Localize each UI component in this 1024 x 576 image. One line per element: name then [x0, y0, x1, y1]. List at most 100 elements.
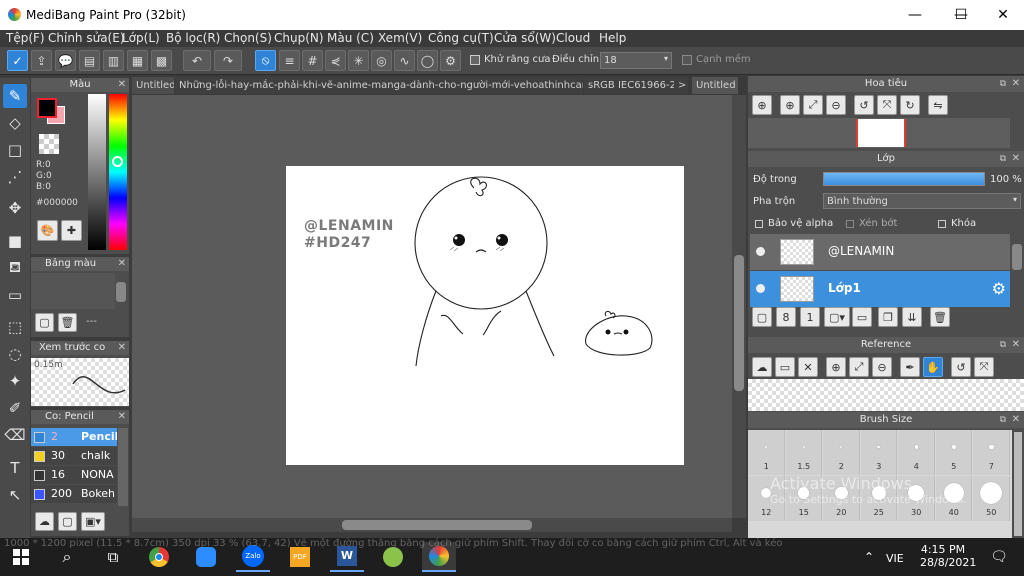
clipping-checkbox[interactable] [846, 220, 854, 228]
menu-window[interactable]: Cửa sổ(W) [494, 31, 556, 45]
layer-visibility-icon[interactable] [756, 247, 765, 256]
reference-cloud-icon[interactable]: ☁ [752, 357, 772, 377]
add-brush-icon[interactable]: ☁ [35, 512, 54, 531]
undock-icon[interactable]: ⧉ [1000, 412, 1006, 428]
close-icon[interactable]: ✕ [1012, 76, 1020, 92]
add-layer-menu-icon[interactable]: ▢▾ [824, 307, 850, 327]
tab-untitled-1[interactable]: Untitled [132, 77, 174, 94]
fill-rect-tool-icon[interactable]: ■ [3, 229, 27, 253]
brush-list-scrollbar[interactable] [118, 428, 128, 506]
brush-list-item[interactable]: 2 Pencil [31, 428, 117, 446]
brush-size-cell[interactable]: 4 [898, 430, 935, 475]
reference-zoom-out-icon[interactable]: ⊖ [872, 357, 892, 377]
menu-snap[interactable]: Chụp(N) [274, 31, 324, 45]
menu-tools[interactable]: Công cụ(T) [428, 31, 494, 45]
move-tool-icon[interactable]: ✥ [3, 196, 27, 220]
zoom-in-icon[interactable]: ⊕ [752, 95, 772, 115]
blend-select[interactable]: Bình thường ▾ [823, 193, 1021, 209]
undock-icon[interactable]: ⧉ [1000, 151, 1006, 167]
reset-view-icon[interactable]: ⤧ [877, 95, 897, 115]
brush-menu-icon[interactable]: ▣▾ [81, 512, 105, 531]
close-icon[interactable]: ✕ [118, 341, 126, 355]
flip-icon[interactable]: ⇋ [928, 95, 948, 115]
grid-icon[interactable]: ▩ [151, 50, 172, 71]
drawing-canvas[interactable]: @LENAMIN #HD247 [286, 166, 684, 465]
ellipse-snap-icon[interactable]: ◯ [417, 50, 438, 71]
layer-row[interactable]: @LENAMIN [750, 234, 1010, 270]
delete-layer-icon[interactable]: 🗑 [930, 307, 950, 327]
radial-snap-icon[interactable]: ✳ [348, 50, 369, 71]
new-layer-icon[interactable]: ▢ [752, 307, 772, 327]
close-icon[interactable]: ✕ [1012, 412, 1020, 428]
reference-reset-icon[interactable]: ⤧ [974, 357, 994, 377]
cross-snap-icon[interactable]: # [302, 50, 323, 71]
navigator-preview[interactable] [748, 118, 1010, 148]
reference-view[interactable] [748, 379, 1024, 411]
operation-tool-icon[interactable]: ↖ [3, 483, 27, 507]
cloud-save-icon[interactable]: ✓ [7, 50, 28, 71]
snap-off-icon[interactable]: ⦸ [255, 50, 276, 71]
language-indicator[interactable]: VIE [886, 552, 904, 565]
brush-size-cell[interactable]: 5 [935, 430, 972, 475]
correction-select[interactable]: 18 ▾ [600, 52, 672, 69]
comment-icon[interactable]: 💬 [55, 50, 76, 71]
new-1bit-layer-icon[interactable]: 1 [800, 307, 820, 327]
brush-size-cell[interactable]: 1.5 [785, 430, 822, 475]
reference-close-icon[interactable]: ✕ [798, 357, 818, 377]
panel-icon[interactable]: ▦ [127, 50, 148, 71]
vertical-scrollbar[interactable] [732, 95, 746, 518]
circle-snap-icon[interactable]: ◎ [371, 50, 392, 71]
parallel-snap-icon[interactable]: ≡ [279, 50, 300, 71]
undock-icon[interactable]: ⧉ [1000, 337, 1006, 353]
brush-size-cell[interactable]: 1 [748, 430, 785, 475]
palette-swatches[interactable] [31, 273, 115, 309]
chat-icon[interactable]: ▤ [79, 50, 100, 71]
brush-size-cell[interactable]: 50 [973, 476, 1010, 521]
horizontal-scrollbar-thumb[interactable] [342, 520, 532, 530]
rotate-left-icon[interactable]: ↺ [854, 95, 874, 115]
brush-size-cell[interactable]: 2 [823, 430, 860, 475]
magic-wand-icon[interactable]: ✦ [3, 369, 27, 393]
menu-layer[interactable]: Lớp(L) [122, 31, 160, 45]
zoom-out-icon[interactable]: ⊖ [826, 95, 846, 115]
curve-snap-icon[interactable]: ∿ [394, 50, 415, 71]
tab-image-file[interactable]: Những-lỗi-hay-mắc-phải-khi-vẽ-anime-mang… [175, 77, 583, 94]
layer-visibility-icon[interactable] [756, 284, 765, 293]
reference-hand-icon[interactable]: ✋ [923, 357, 943, 377]
brush-size-scrollbar[interactable] [1014, 432, 1022, 536]
lock-checkbox[interactable] [938, 220, 946, 228]
primary-color-swatch[interactable] [37, 98, 57, 118]
brush-list-item[interactable]: 30 chalk [31, 447, 117, 465]
protect-alpha-checkbox[interactable] [755, 220, 763, 228]
merge-down-icon[interactable]: ⇊ [902, 307, 922, 327]
lasso-tool-icon[interactable]: ◌ [3, 342, 27, 366]
new-brush-icon[interactable]: ▢ [58, 512, 77, 531]
brightness-slider[interactable] [88, 94, 106, 250]
close-icon[interactable]: ✕ [118, 78, 126, 92]
reference-eyedropper-icon[interactable]: ✒ [900, 357, 920, 377]
menu-help[interactable]: Help [599, 31, 626, 45]
layer-scrollbar[interactable] [1012, 244, 1022, 270]
close-button[interactable]: ✕ [980, 0, 1024, 30]
navigator-viewport[interactable] [856, 119, 906, 147]
menu-view[interactable]: Xem(V) [378, 31, 422, 45]
minimize-button[interactable]: — [892, 0, 938, 30]
reference-rotate-icon[interactable]: ↺ [951, 357, 971, 377]
snap-settings-gear-icon[interactable]: ⚙ [440, 50, 461, 71]
menu-select[interactable]: Chọn(S) [224, 31, 272, 45]
tab-untitled-2[interactable]: Untitled [692, 77, 738, 94]
brush-tool-icon[interactable]: ✎ [3, 84, 27, 108]
duplicate-layer-icon[interactable]: ❐ [878, 307, 898, 327]
reference-open-icon[interactable]: ▭ [775, 357, 795, 377]
vertical-scrollbar-thumb[interactable] [734, 255, 744, 391]
clock[interactable]: 4:15 PM 28/8/2021 [920, 543, 976, 569]
menu-color[interactable]: Màu (C) [327, 31, 374, 45]
maximize-button[interactable]: ☐ [938, 0, 984, 30]
brush-list-item[interactable]: 200 Bokeh [31, 485, 117, 503]
menu-edit[interactable]: Chỉnh sửa(E) [48, 31, 125, 45]
brush-size-cell[interactable]: 7 [973, 430, 1010, 475]
close-icon[interactable]: ✕ [118, 410, 126, 424]
close-icon[interactable]: ✕ [1012, 151, 1020, 167]
menu-file[interactable]: Tệp(F) [6, 31, 45, 45]
delete-palette-icon[interactable]: 🗑 [58, 313, 77, 332]
